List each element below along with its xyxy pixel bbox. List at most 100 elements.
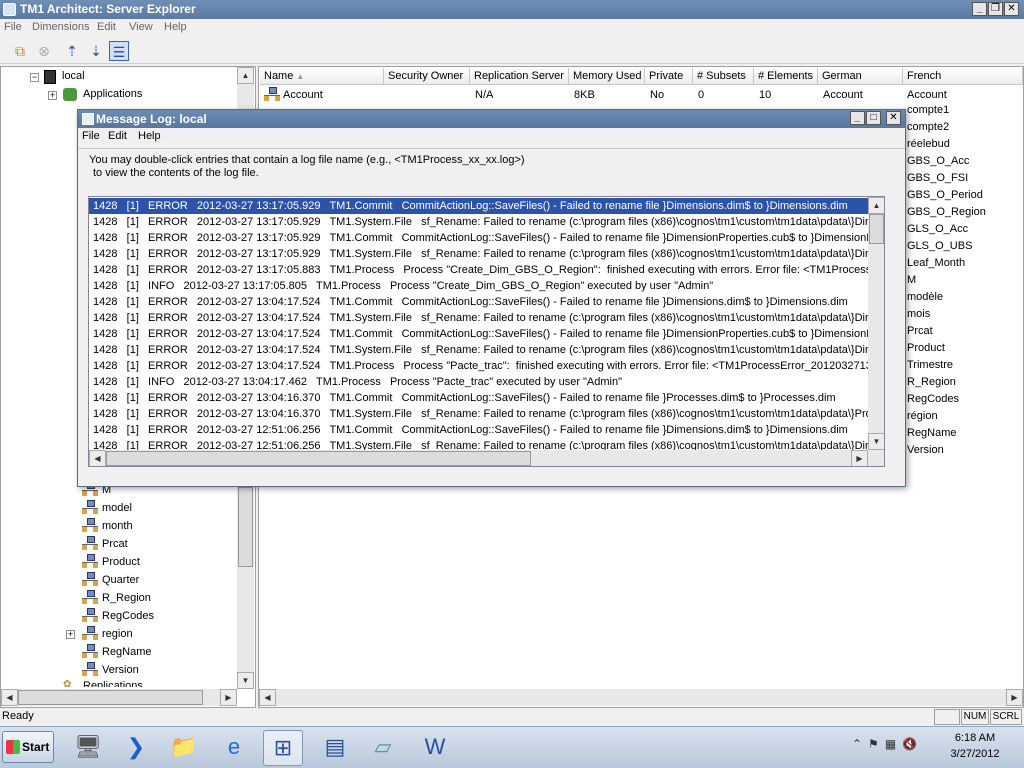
tree-item-dimension[interactable]: month bbox=[102, 517, 133, 535]
log-entry[interactable]: 1428 [1] ERROR 2012-03-27 13:17:05.929 T… bbox=[89, 214, 869, 230]
tree-item-dimension[interactable]: RegName bbox=[102, 643, 152, 661]
tree-item-dimension[interactable]: Quarter bbox=[102, 571, 139, 589]
scroll-thumb[interactable] bbox=[869, 214, 884, 244]
close-button[interactable]: ✕ bbox=[1004, 2, 1019, 16]
tree-item-replications[interactable]: Replications bbox=[83, 677, 143, 687]
dialog-menu-help[interactable]: Help bbox=[138, 130, 161, 142]
clock-date[interactable]: 3/27/2012 bbox=[940, 748, 1010, 760]
notepad-icon[interactable]: ▱ bbox=[363, 730, 403, 766]
menu-view[interactable]: View bbox=[129, 21, 153, 33]
log-entry[interactable]: 1428 [1] ERROR 2012-03-27 13:04:17.524 T… bbox=[89, 294, 869, 310]
log-entry[interactable]: 1428 [1] INFO 2012-03-27 13:17:05.805 TM… bbox=[89, 278, 869, 294]
column-header-german[interactable]: German bbox=[818, 68, 903, 85]
column-header-french[interactable]: French bbox=[903, 68, 1023, 85]
status-bar: Ready NUM SCRL bbox=[0, 708, 1024, 726]
log-entry[interactable]: 1428 [1] ERROR 2012-03-27 13:04:17.524 T… bbox=[89, 342, 869, 358]
properties-view-icon[interactable]: ☰ bbox=[109, 41, 129, 61]
dialog-menu-edit[interactable]: Edit bbox=[108, 130, 127, 142]
scroll-left-icon[interactable]: ◀ bbox=[259, 689, 276, 706]
menu-edit[interactable]: Edit bbox=[97, 21, 116, 33]
clock-time[interactable]: 6:18 AM bbox=[940, 732, 1010, 744]
scroll-up-icon[interactable]: ▲ bbox=[237, 67, 254, 84]
column-header-security-owner[interactable]: Security Owner bbox=[384, 68, 470, 85]
system-tray-icons[interactable]: ⌃⚑▦🔇 bbox=[852, 737, 923, 751]
expand-region-icon[interactable]: + bbox=[66, 630, 75, 639]
column-header-subsets[interactable]: # Subsets bbox=[693, 68, 754, 85]
scroll-down-icon[interactable]: ▼ bbox=[237, 672, 254, 689]
sort-ascending-icon[interactable]: ⇡ bbox=[62, 41, 82, 61]
log-entry[interactable]: 1428 [1] ERROR 2012-03-27 13:04:16.370 T… bbox=[89, 390, 869, 406]
window-title-bar[interactable]: TM1 Architect: Server Explorer _ ❐ ✕ bbox=[0, 0, 1024, 19]
copy-icon[interactable]: ⧉ bbox=[10, 41, 30, 61]
dialog-close-button[interactable]: ✕ bbox=[886, 111, 901, 125]
log-horizontal-scrollbar[interactable]: ◀ ▶ bbox=[89, 450, 884, 466]
cell-french: région bbox=[907, 410, 938, 422]
tree-item-dimension[interactable]: R_Region bbox=[102, 589, 151, 607]
scroll-thumb[interactable] bbox=[106, 451, 531, 466]
cell-name[interactable]: Account bbox=[283, 87, 323, 103]
explorer-icon[interactable]: 📁 bbox=[164, 730, 204, 766]
log-entry[interactable]: 1428 [1] ERROR 2012-03-27 13:04:17.524 T… bbox=[89, 310, 869, 326]
column-header-private[interactable]: Private bbox=[645, 68, 693, 85]
log-entry[interactable]: 1428 [1] ERROR 2012-03-27 13:17:05.929 T… bbox=[89, 246, 869, 262]
scroll-right-icon[interactable]: ▶ bbox=[220, 689, 237, 706]
log-entry[interactable]: 1428 [1] ERROR 2012-03-27 13:17:05.929 T… bbox=[89, 230, 869, 246]
scroll-up-icon[interactable]: ▲ bbox=[868, 197, 884, 214]
minimize-button[interactable]: _ bbox=[972, 2, 987, 16]
scroll-thumb[interactable] bbox=[18, 690, 203, 705]
server-manager-icon[interactable]: 🖥 bbox=[68, 730, 108, 766]
windows-logo-icon bbox=[6, 740, 20, 754]
dialog-title-bar[interactable]: Message Log: local _ □ ✕ bbox=[78, 110, 905, 128]
tree-horizontal-scrollbar[interactable]: ◀ ▶ bbox=[1, 689, 237, 706]
cell-french: mois bbox=[907, 308, 931, 320]
scroll-right-icon[interactable]: ▶ bbox=[1006, 689, 1023, 706]
restore-button[interactable]: ❐ bbox=[988, 2, 1003, 16]
tree-item-local[interactable]: local bbox=[62, 67, 85, 85]
log-entry[interactable]: 1428 [1] ERROR 2012-03-27 13:04:16.370 T… bbox=[89, 406, 869, 422]
menu-dimensions[interactable]: Dimensions bbox=[32, 21, 89, 33]
message-log-icon[interactable]: ▤ bbox=[315, 730, 355, 766]
tree-item-dimension[interactable]: model bbox=[102, 499, 132, 517]
status-text: Ready bbox=[2, 710, 34, 722]
dialog-menu-file[interactable]: File bbox=[82, 130, 100, 142]
powershell-icon[interactable]: ❯ bbox=[116, 730, 156, 766]
log-entry[interactable]: 1428 [1] ERROR 2012-03-27 13:17:05.929 T… bbox=[89, 198, 869, 214]
scroll-left-icon[interactable]: ◀ bbox=[89, 450, 106, 466]
tm1-architect-icon[interactable]: ⊞ bbox=[263, 730, 303, 766]
start-label: Start bbox=[22, 740, 50, 754]
sort-descending-icon[interactable]: ⇣ bbox=[86, 41, 106, 61]
expand-applications-icon[interactable]: + bbox=[48, 91, 57, 100]
scroll-down-icon[interactable]: ▼ bbox=[868, 433, 884, 450]
collapse-local-icon[interactable]: − bbox=[30, 73, 39, 82]
tree-item-applications[interactable]: Applications bbox=[83, 85, 142, 103]
scroll-thumb[interactable] bbox=[238, 487, 253, 567]
column-header-memory-used[interactable]: Memory Used bbox=[569, 68, 645, 85]
column-header-replication-server[interactable]: Replication Server bbox=[470, 68, 569, 85]
scroll-right-icon[interactable]: ▶ bbox=[851, 450, 868, 466]
scroll-left-icon[interactable]: ◀ bbox=[1, 689, 18, 706]
cell-french: Trimestre bbox=[907, 359, 954, 371]
menu-help[interactable]: Help bbox=[164, 21, 187, 33]
log-entry[interactable]: 1428 [1] INFO 2012-03-27 13:04:17.462 TM… bbox=[89, 374, 869, 390]
tree-item-dimension[interactable]: region bbox=[102, 625, 133, 643]
internet-explorer-icon[interactable]: e bbox=[214, 730, 254, 766]
log-entry[interactable]: 1428 [1] ERROR 2012-03-27 13:17:05.883 T… bbox=[89, 262, 869, 278]
dialog-minimize-button[interactable]: _ bbox=[850, 111, 865, 125]
cancel-icon[interactable]: ⊗ bbox=[34, 41, 54, 61]
log-entry[interactable]: 1428 [1] ERROR 2012-03-27 12:51:06.256 T… bbox=[89, 422, 869, 438]
column-header-elements[interactable]: # Elements bbox=[754, 68, 818, 85]
column-header-name[interactable]: Name ▲ bbox=[260, 68, 384, 85]
word-icon[interactable]: W bbox=[415, 730, 455, 766]
tree-item-dimension[interactable]: Product bbox=[102, 553, 140, 571]
log-vertical-scrollbar[interactable]: ▲ ▼ bbox=[868, 197, 884, 450]
tree-item-dimension[interactable]: RegCodes bbox=[102, 607, 154, 625]
dialog-maximize-button[interactable]: □ bbox=[866, 111, 881, 125]
log-entry[interactable]: 1428 [1] ERROR 2012-03-27 13:04:17.524 T… bbox=[89, 326, 869, 342]
log-list[interactable]: 1428 [1] ERROR 2012-03-27 13:17:05.929 T… bbox=[88, 196, 885, 467]
menu-file[interactable]: File bbox=[4, 21, 22, 33]
log-entry[interactable]: 1428 [1] ERROR 2012-03-27 13:04:17.524 T… bbox=[89, 358, 869, 374]
list-horizontal-scrollbar[interactable]: ◀ ▶ bbox=[259, 689, 1023, 706]
tree-item-dimension[interactable]: Prcat bbox=[102, 535, 128, 553]
window-title: TM1 Architect: Server Explorer bbox=[20, 2, 196, 16]
start-button[interactable]: Start bbox=[2, 731, 54, 763]
